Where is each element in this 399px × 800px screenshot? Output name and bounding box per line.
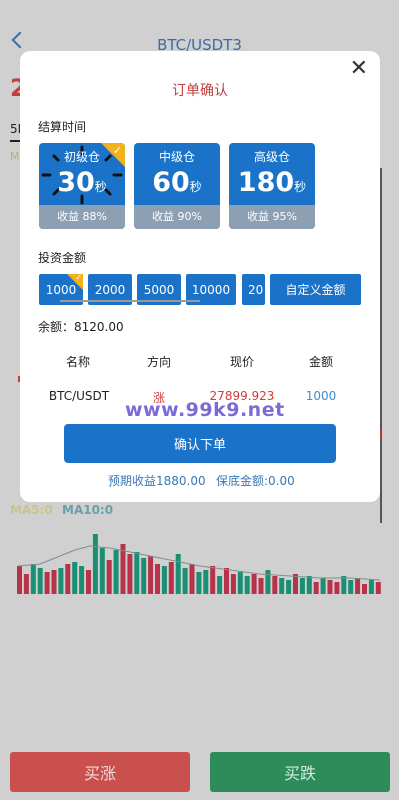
ma5-label: MA5:0 xyxy=(10,503,53,517)
volume-bar xyxy=(155,564,160,594)
volume-bar xyxy=(72,562,78,594)
volume-bar xyxy=(362,584,367,594)
volume-bar xyxy=(30,564,36,594)
volume-bar xyxy=(341,576,347,594)
volume-bar xyxy=(293,574,298,594)
volume-bar xyxy=(99,548,105,594)
ma-label-m: M xyxy=(10,150,20,163)
volume-bar xyxy=(196,572,202,594)
watermark: www.99k9.net xyxy=(125,399,285,421)
order-symbol: BTC/USDT xyxy=(48,389,110,403)
volume-bar xyxy=(286,580,292,594)
volume-bar xyxy=(113,550,119,594)
card-yield: 收益 95% xyxy=(229,205,315,229)
volume-chart xyxy=(17,534,381,594)
volume-bar xyxy=(168,562,174,594)
volume-bar xyxy=(189,564,195,594)
table-header-direction: 方向 xyxy=(146,355,171,369)
volume-bar xyxy=(120,544,126,594)
volume-bar xyxy=(182,568,188,594)
duration-card-30s[interactable]: 初级仓 30秒 收益 88% ✓ xyxy=(39,143,125,229)
confirm-order-button[interactable]: 确认下单 xyxy=(64,424,336,463)
ma10-label: MA10:0 xyxy=(62,503,114,517)
card-level: 中级仓 xyxy=(158,150,195,164)
volume-bar xyxy=(203,570,209,594)
balance-text: 余额：8120.00 xyxy=(38,320,124,334)
card-duration: 180秒 xyxy=(237,167,307,198)
volume-bar xyxy=(65,564,71,594)
custom-amount-button[interactable]: 自定义金额 xyxy=(270,274,361,305)
volume-bar xyxy=(237,572,243,594)
duration-card-60s[interactable]: 中级仓 60秒 收益 90% xyxy=(134,143,220,229)
volume-bar xyxy=(265,570,271,594)
buy-down-button[interactable]: 买跌 xyxy=(210,752,390,792)
volume-bar xyxy=(175,554,181,594)
volume-bar xyxy=(348,580,354,594)
volume-bar xyxy=(251,574,257,594)
volume-bar xyxy=(141,558,147,594)
order-confirm-dialog: ✕ 订单确认 结算时间 初级仓 30秒 收益 88% ✓ 中级仓 60秒 收益 … xyxy=(20,51,380,502)
volume-bar xyxy=(230,574,236,594)
volume-bar xyxy=(272,576,278,594)
volume-bar xyxy=(320,578,326,594)
volume-bar xyxy=(313,582,319,594)
volume-bar xyxy=(58,568,64,594)
amount-scrollbar[interactable] xyxy=(60,300,200,302)
table-header-name: 名称 xyxy=(65,355,90,369)
card-duration: 60秒 xyxy=(152,167,202,198)
card-duration: 30秒 xyxy=(57,167,107,198)
volume-bar xyxy=(306,576,312,594)
volume-bar xyxy=(299,578,305,594)
volume-bar xyxy=(279,578,285,594)
invest-amount-label: 投资金额 xyxy=(38,251,87,265)
volume-bar xyxy=(334,582,340,594)
settle-time-label: 结算时间 xyxy=(38,120,87,134)
volume-bar xyxy=(327,580,333,594)
order-amount: 1000 xyxy=(305,389,337,403)
volume-bar xyxy=(217,576,223,594)
volume-bar xyxy=(106,560,112,594)
card-level: 高级仓 xyxy=(253,150,290,164)
table-header-amount: 金额 xyxy=(308,355,333,369)
volume-bar xyxy=(17,566,22,594)
volume-bar xyxy=(44,572,50,594)
card-yield: 收益 90% xyxy=(134,205,220,229)
amount-option-20000[interactable]: 20 xyxy=(242,274,265,305)
volume-bar xyxy=(224,568,229,594)
expected-profit: 预期收益1880.00 xyxy=(108,474,206,488)
volume-bar xyxy=(51,570,57,594)
volume-bar xyxy=(127,554,133,594)
volume-bar xyxy=(210,566,216,594)
dialog-title: 订单确认 xyxy=(172,83,228,99)
volume-bar xyxy=(355,578,361,594)
check-icon: ✓ xyxy=(75,273,82,282)
guaranteed-amount: 保底金额:0.00 xyxy=(216,474,295,488)
close-icon[interactable]: ✕ xyxy=(350,58,368,80)
kline-edge xyxy=(380,168,382,523)
buy-up-button[interactable]: 买涨 xyxy=(10,752,190,792)
volume-bar xyxy=(23,574,29,594)
volume-bar xyxy=(258,578,264,594)
volume-bar xyxy=(134,552,140,594)
volume-bar xyxy=(86,570,91,594)
volume-bar xyxy=(244,576,250,594)
duration-card-180s[interactable]: 高级仓 180秒 收益 95% xyxy=(229,143,315,229)
table-header-price: 现价 xyxy=(229,355,254,369)
volume-bar xyxy=(375,582,381,594)
card-yield: 收益 88% xyxy=(39,205,125,229)
check-icon: ✓ xyxy=(112,144,122,157)
volume-bar xyxy=(161,566,167,594)
volume-bar xyxy=(148,556,154,594)
volume-bar xyxy=(368,580,374,594)
volume-bar xyxy=(92,534,98,594)
volume-bar xyxy=(37,568,43,594)
volume-bar xyxy=(79,566,85,594)
